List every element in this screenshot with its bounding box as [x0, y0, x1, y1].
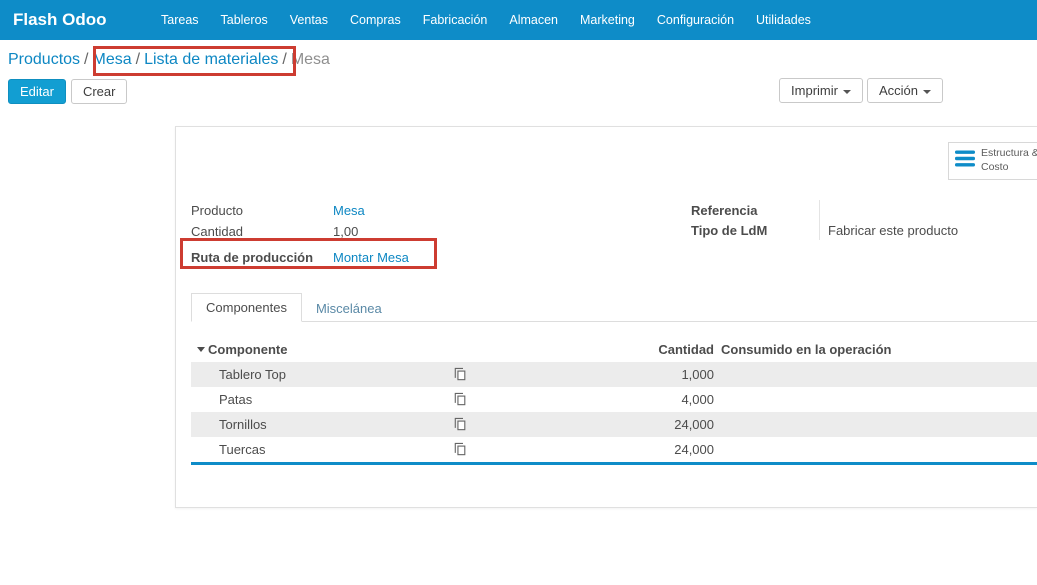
field-label-cantidad: Cantidad: [191, 224, 333, 239]
app-brand[interactable]: Flash Odoo: [0, 10, 150, 30]
table-header-row: Componente Cantidad Consumido en la oper…: [191, 338, 1037, 362]
breadcrumb: Productos/Mesa/Lista de materiales/Mesa: [8, 51, 330, 69]
field-values-right: Fabricar este producto: [819, 200, 989, 240]
caret-down-icon: [843, 90, 851, 94]
form-buttons: Editar Crear: [8, 79, 127, 104]
action-label: Acción: [879, 83, 918, 98]
field-value-cantidad: 1,00: [333, 224, 358, 239]
column-header-cantidad[interactable]: Cantidad: [611, 342, 714, 357]
content-area: Estructura & Costo Producto Mesa Cantida…: [0, 110, 1037, 585]
menu-item-compras[interactable]: Compras: [339, 0, 412, 40]
field-label-ruta-de-produccion: Ruta de producción: [191, 250, 333, 265]
menu-item-ventas[interactable]: Ventas: [279, 0, 339, 40]
main-menu: Tareas Tableros Ventas Compras Fabricaci…: [150, 0, 822, 40]
menu-item-configuracion[interactable]: Configuración: [646, 0, 745, 40]
caret-down-icon: [923, 90, 931, 94]
menu-item-marketing[interactable]: Marketing: [569, 0, 646, 40]
breadcrumb-separator: /: [278, 51, 290, 68]
cell-component: Tornillos: [219, 417, 267, 432]
table-row-tornillos[interactable]: Tornillos 24,000: [191, 412, 1037, 437]
cell-component: Patas: [219, 392, 252, 407]
create-button[interactable]: Crear: [71, 79, 128, 104]
print-label: Imprimir: [791, 83, 838, 98]
field-group-right: Referencia Tipo de LdM Fabricar este pro…: [691, 200, 989, 240]
breadcrumb-mesa[interactable]: Mesa: [93, 51, 132, 68]
cell-component: Tablero Top: [219, 367, 286, 382]
field-value-producto[interactable]: Mesa: [333, 203, 365, 218]
menu-item-tableros[interactable]: Tableros: [210, 0, 279, 40]
field-row-producto: Producto Mesa: [191, 200, 409, 221]
copy-icon[interactable]: [454, 442, 466, 459]
field-label-producto: Producto: [191, 203, 333, 218]
field-group-left: Producto Mesa Cantidad 1,00 Ruta de prod…: [191, 200, 409, 268]
control-panel: Productos/Mesa/Lista de materiales/Mesa …: [0, 40, 1037, 110]
field-labels-right: Referencia Tipo de LdM: [691, 200, 819, 240]
list-bottom-rule: [191, 462, 1037, 465]
column-header-componente[interactable]: Componente: [208, 342, 287, 357]
menu-item-fabricacion[interactable]: Fabricación: [412, 0, 499, 40]
field-label-referencia: Referencia: [691, 200, 819, 220]
print-dropdown-button[interactable]: Imprimir: [779, 78, 863, 103]
action-buttons: Imprimir Acción: [779, 78, 943, 103]
group-expand-icon[interactable]: [197, 347, 205, 352]
structure-cost-stat-button[interactable]: Estructura & Costo: [948, 142, 1037, 180]
table-row-tablero-top[interactable]: Tablero Top 1,000: [191, 362, 1037, 387]
breadcrumb-lista-de-materiales[interactable]: Lista de materiales: [144, 51, 278, 68]
field-label-tipo-de-ldm: Tipo de LdM: [691, 220, 819, 240]
field-row-cantidad: Cantidad 1,00: [191, 221, 409, 242]
copy-icon[interactable]: [454, 367, 466, 384]
stat-button-label: Estructura & Costo: [981, 147, 1037, 174]
form-sheet: Estructura & Costo Producto Mesa Cantida…: [175, 126, 1037, 508]
field-row-ruta-de-produccion: Ruta de producción Montar Mesa: [191, 247, 409, 268]
breadcrumb-separator: /: [80, 51, 92, 68]
tab-miscelanea[interactable]: Miscelánea: [302, 295, 396, 322]
notebook-tabs: Componentes Miscelánea: [191, 293, 1037, 322]
cell-component: Tuercas: [219, 442, 265, 457]
cell-quantity: 1,000: [611, 367, 714, 382]
menu-item-utilidades[interactable]: Utilidades: [745, 0, 822, 40]
cell-quantity: 4,000: [611, 392, 714, 407]
breadcrumb-productos[interactable]: Productos: [8, 51, 80, 68]
cell-quantity: 24,000: [611, 417, 714, 432]
bars-icon: [955, 150, 975, 172]
cell-quantity: 24,000: [611, 442, 714, 457]
menu-item-tareas[interactable]: Tareas: [150, 0, 210, 40]
tab-componentes[interactable]: Componentes: [191, 293, 302, 322]
page: Flash Odoo Tareas Tableros Ventas Compra…: [0, 0, 1037, 585]
breadcrumb-current: Mesa: [291, 51, 330, 68]
action-dropdown-button[interactable]: Acción: [867, 78, 943, 103]
column-header-consumido[interactable]: Consumido en la operación: [721, 342, 891, 357]
table-row-tuercas[interactable]: Tuercas 24,000: [191, 437, 1037, 462]
copy-icon[interactable]: [454, 392, 466, 409]
copy-icon[interactable]: [454, 417, 466, 434]
field-value-ruta-de-produccion[interactable]: Montar Mesa: [333, 250, 409, 265]
top-navbar: Flash Odoo Tareas Tableros Ventas Compra…: [0, 0, 1037, 40]
menu-item-almacen[interactable]: Almacen: [498, 0, 569, 40]
table-row-patas[interactable]: Patas 4,000: [191, 387, 1037, 412]
edit-button[interactable]: Editar: [8, 79, 66, 104]
components-table: Componente Cantidad Consumido en la oper…: [191, 338, 1037, 465]
breadcrumb-separator: /: [132, 51, 144, 68]
field-value-referencia: [828, 200, 989, 220]
field-value-tipo-de-ldm: Fabricar este producto: [828, 220, 989, 240]
